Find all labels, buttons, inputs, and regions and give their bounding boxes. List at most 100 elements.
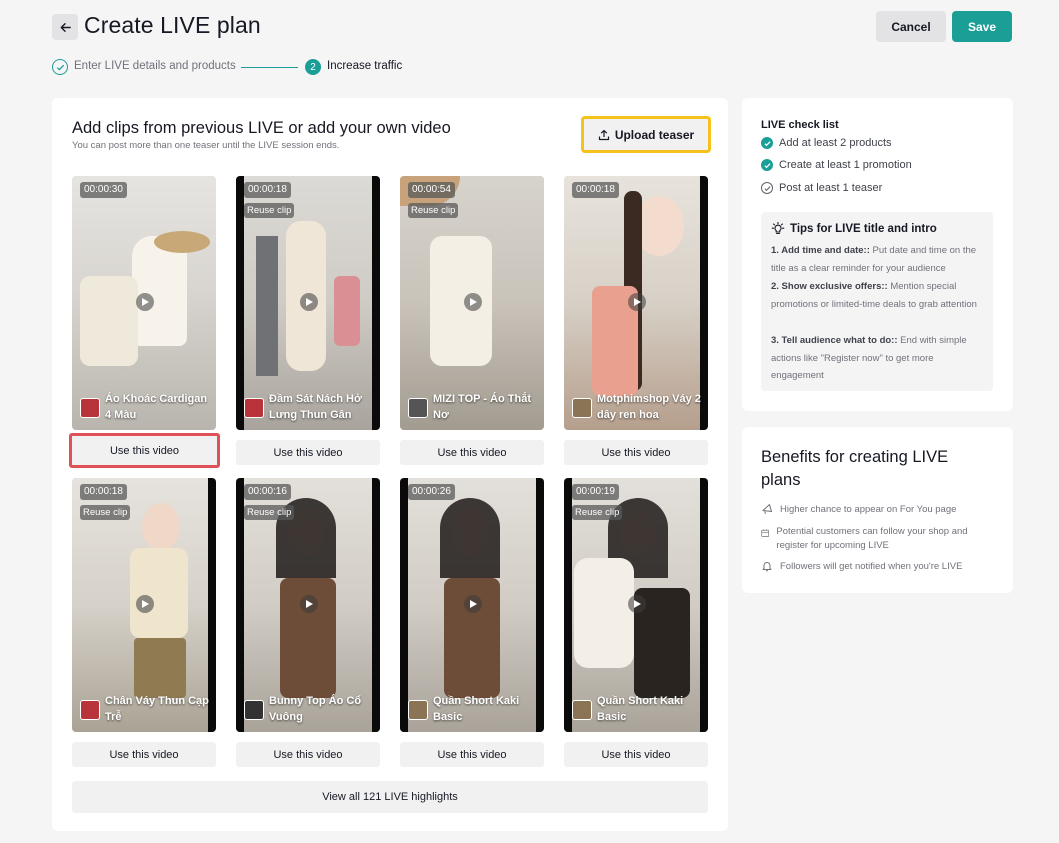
video-title: Đầm Sát Nách Hở Lưng Thun Gân: [269, 393, 362, 421]
reuse-clip-badge: Reuse clip: [408, 203, 459, 218]
reuse-clip-badge: Reuse clip: [80, 505, 131, 520]
benefit-label: Potential customers can follow your shop…: [776, 526, 968, 551]
benefit-item: Higher chance to appear on For You page: [761, 503, 991, 517]
use-video-button[interactable]: Use this video: [236, 742, 380, 767]
check-circle-filled-icon: [761, 137, 773, 149]
tips-title: Tips for LIVE title and intro: [790, 223, 937, 235]
lightbulb-icon: [771, 222, 785, 235]
checklist-item: Add at least 2 products: [761, 137, 892, 149]
checklist-item-label: Add at least 2 products: [779, 137, 892, 149]
video-duration: 00:00:26: [408, 484, 455, 500]
shop-avatar: [408, 700, 428, 720]
play-icon[interactable]: [300, 595, 318, 613]
video-duration: 00:00:18: [572, 182, 619, 198]
calendar-icon: [761, 529, 770, 537]
shop-avatar: [572, 700, 592, 720]
video-duration: 00:00:54: [408, 182, 455, 198]
bell-icon: [762, 562, 772, 572]
shop-avatar: [80, 398, 100, 418]
benefits-card: Benefits for creating LIVE plans Higher …: [742, 427, 1013, 593]
reuse-clip-badge: Reuse clip: [572, 505, 623, 520]
use-video-button[interactable]: Use this video: [564, 440, 708, 465]
benefit-label: Followers will get notified when you're …: [780, 561, 963, 572]
check-circle-filled-icon: [761, 159, 773, 171]
video-card[interactable]: 00:00:54 Reuse clip MIZI TOP - Áo Thắt N…: [400, 176, 544, 430]
video-card[interactable]: 00:00:30 Áo Khoác Cardigan 4 Màu: [72, 176, 216, 430]
video-title: Quần Short Kaki Basic: [597, 695, 684, 723]
upload-teaser-button[interactable]: Upload teaser: [581, 116, 711, 153]
tip-heading: 1. Add time and date::: [771, 245, 870, 256]
clips-card: Add clips from previous LIVE or add your…: [52, 98, 728, 831]
check-circle-outline-icon: [761, 182, 773, 194]
checklist-item: Create at least 1 promotion: [761, 159, 912, 171]
shop-avatar: [408, 398, 428, 418]
play-icon[interactable]: [628, 595, 646, 613]
use-video-button[interactable]: Use this video: [236, 440, 380, 465]
use-video-button[interactable]: Use this video: [400, 440, 544, 465]
video-duration: 00:00:16: [244, 484, 291, 500]
live-checklist-card: LIVE check list Add at least 2 products …: [742, 98, 1013, 411]
video-duration: 00:00:18: [80, 484, 127, 500]
reuse-clip-badge: Reuse clip: [244, 505, 295, 520]
use-video-button[interactable]: Use this video: [564, 742, 708, 767]
tip-item: 2. Show exclusive offers:: Mention speci…: [771, 278, 985, 313]
step-2-label: Increase traffic: [327, 60, 403, 72]
video-duration: 00:00:18: [244, 182, 291, 198]
video-title: Quần Short Kaki Basic: [433, 695, 520, 723]
benefit-item: Potential customers can follow your shop…: [761, 525, 991, 553]
video-card[interactable]: 00:00:16 Reuse clip Bunny Top Áo Cổ Vuôn…: [236, 478, 380, 732]
video-card[interactable]: 00:00:18 Motphimshop Váy 2 dây ren hoa: [564, 176, 708, 430]
video-card[interactable]: 00:00:19 Reuse clip Quần Short Kaki Basi…: [564, 478, 708, 732]
back-button[interactable]: [52, 14, 78, 40]
step-connector: [241, 67, 298, 68]
shop-avatar: [244, 398, 264, 418]
save-button[interactable]: Save: [952, 11, 1012, 42]
use-video-button[interactable]: Use this video: [400, 742, 544, 767]
benefit-label: Higher chance to appear on For You page: [780, 504, 957, 515]
view-all-highlights-button[interactable]: View all 121 LIVE highlights: [72, 781, 708, 813]
video-title: MIZI TOP - Áo Thắt Nơ: [433, 393, 531, 421]
clips-title: Add clips from previous LIVE or add your…: [72, 119, 451, 137]
play-icon[interactable]: [136, 293, 154, 311]
video-card[interactable]: 00:00:18 Reuse clip Đầm Sát Nách Hở Lưng…: [236, 176, 380, 430]
checklist-title: LIVE check list: [761, 119, 839, 131]
video-card[interactable]: 00:00:18 Reuse clip Chân Váy Thun Cạp Tr…: [72, 478, 216, 732]
arrow-left-icon: [60, 22, 71, 32]
step-2-number: 2: [305, 59, 321, 75]
shop-avatar: [80, 700, 100, 720]
video-title: Bunny Top Áo Cổ Vuông: [269, 695, 362, 723]
play-icon[interactable]: [628, 293, 646, 311]
play-icon[interactable]: [464, 293, 482, 311]
video-title: Chân Váy Thun Cạp Trễ: [105, 695, 209, 723]
benefit-item: Followers will get notified when you're …: [761, 560, 991, 574]
use-video-button[interactable]: Use this video: [72, 742, 216, 767]
tip-item: 1. Add time and date:: Put date and time…: [771, 242, 985, 277]
checklist-item-label: Post at least 1 teaser: [779, 182, 883, 194]
play-icon[interactable]: [136, 595, 154, 613]
benefits-title: Benefits for creating LIVE plans: [761, 448, 949, 489]
video-card[interactable]: 00:00:26 Quần Short Kaki Basic: [400, 478, 544, 732]
tip-item: 3. Tell audience what to do:: End with s…: [771, 332, 985, 385]
reuse-clip-badge: Reuse clip: [244, 203, 295, 218]
play-icon[interactable]: [464, 595, 482, 613]
checklist-item: Post at least 1 teaser: [761, 182, 882, 194]
use-video-button[interactable]: Use this video: [69, 433, 220, 468]
play-icon[interactable]: [300, 293, 318, 311]
step-complete-icon: [52, 59, 68, 75]
clips-subtitle: You can post more than one teaser until …: [72, 140, 340, 151]
video-duration: 00:00:19: [572, 484, 619, 500]
shop-avatar: [572, 398, 592, 418]
checklist-item-label: Create at least 1 promotion: [779, 159, 912, 171]
upload-icon: [598, 129, 609, 140]
megaphone-icon: [762, 504, 772, 514]
tip-heading: 3. Tell audience what to do::: [771, 335, 898, 346]
page-title: Create LIVE plan: [84, 12, 261, 38]
upload-teaser-label: Upload teaser: [614, 127, 695, 142]
tips-box: Tips for LIVE title and intro 1. Add tim…: [761, 212, 993, 391]
step-1-label[interactable]: Enter LIVE details and products: [74, 60, 236, 72]
video-title: Motphimshop Váy 2 dây ren hoa: [597, 393, 701, 421]
video-title: Áo Khoác Cardigan 4 Màu: [105, 393, 208, 421]
video-duration: 00:00:30: [80, 182, 127, 198]
shop-avatar: [244, 700, 264, 720]
cancel-button[interactable]: Cancel: [876, 11, 946, 42]
